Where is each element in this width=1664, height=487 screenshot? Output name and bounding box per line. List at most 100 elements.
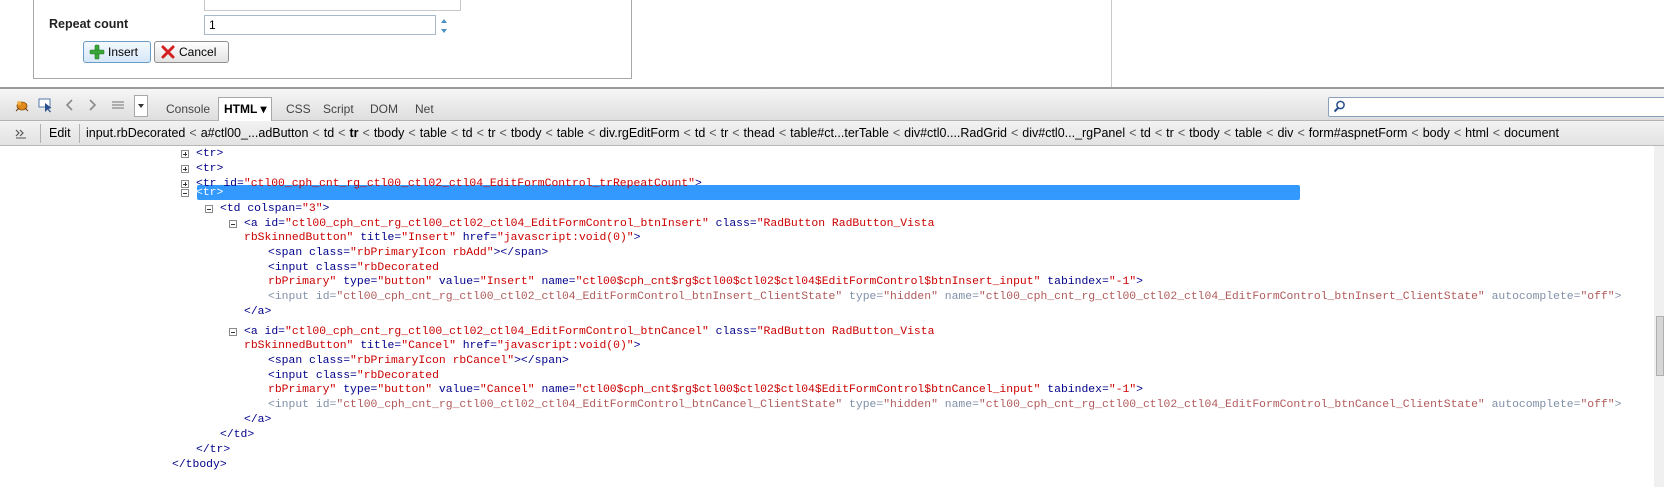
tree-node-tr[interactable]: <tr> bbox=[196, 162, 223, 176]
attr-value: "Insert" bbox=[401, 232, 456, 244]
devtools-search-input[interactable] bbox=[1328, 97, 1664, 117]
breadcrumb-item[interactable]: td bbox=[695, 126, 705, 140]
expand-toggle-icon[interactable] bbox=[181, 150, 189, 158]
tab-net[interactable]: Net bbox=[410, 99, 439, 119]
attr-value: "hidden" bbox=[883, 399, 938, 411]
breadcrumb-item[interactable]: body bbox=[1423, 126, 1450, 140]
attr-name: id= bbox=[315, 399, 337, 411]
breadcrumb-item[interactable]: table#ct...terTable bbox=[790, 126, 889, 140]
attr-value: "ctl00_cph_cnt_rg_ctl00_ctl02_ctl04_Edit… bbox=[336, 399, 843, 411]
breadcrumb-item[interactable]: div#ctl0..._rgPanel bbox=[1022, 126, 1125, 140]
list-icon[interactable] bbox=[110, 97, 126, 113]
breadcrumb-separator: < bbox=[450, 126, 459, 140]
breadcrumb-item[interactable]: thead bbox=[744, 126, 775, 140]
insert-button-label: Insert bbox=[108, 45, 139, 59]
tree-node-input-insert[interactable]: <input class="rbDecorated bbox=[268, 261, 439, 275]
tree-node-td[interactable]: <td colspan="3"> bbox=[220, 202, 329, 216]
breadcrumb-item[interactable]: div bbox=[1277, 126, 1293, 140]
html-tree-panel[interactable]: <tr> <tr> <tr id="ctl00_cph_cnt_rg_ctl00… bbox=[0, 146, 1664, 487]
breadcrumb-item[interactable]: tbody bbox=[511, 126, 542, 140]
tab-script[interactable]: Script bbox=[318, 99, 359, 119]
tree-node-a-insert[interactable]: <a id="ctl00_cph_cnt_rg_ctl00_ctl02_ctl0… bbox=[244, 217, 934, 231]
attr-value: "ctl00_cph_cnt_rg_ctl00_ctl02_ctl04_Edit… bbox=[978, 399, 1485, 411]
attr-name: type= bbox=[842, 399, 884, 411]
breadcrumb-item[interactable]: td bbox=[324, 126, 334, 140]
breadcrumb-item[interactable]: tr bbox=[349, 126, 358, 140]
insert-button[interactable]: Insert bbox=[83, 41, 151, 63]
breadcrumb-item[interactable]: input.rbDecorated bbox=[86, 126, 185, 140]
breadcrumb-arrows-icon[interactable] bbox=[14, 127, 28, 141]
tab-dom[interactable]: DOM bbox=[365, 99, 403, 119]
breadcrumb-item[interactable]: a#ctl00_...adButton bbox=[201, 126, 309, 140]
breadcrumb-separator: < bbox=[1129, 126, 1137, 140]
breadcrumb-item[interactable]: tr bbox=[488, 126, 496, 140]
breadcrumb-item[interactable]: td bbox=[1140, 126, 1150, 140]
tab-console[interactable]: Console bbox=[161, 99, 215, 119]
spinner-arrows-icon[interactable] bbox=[439, 17, 449, 35]
tag-open: <span bbox=[268, 355, 310, 367]
tree-node-a-close[interactable]: </a> bbox=[244, 413, 271, 427]
collapse-toggle-icon[interactable] bbox=[229, 328, 237, 336]
tree-node-tbody-close[interactable]: </tbody> bbox=[172, 458, 227, 472]
expand-toggle-icon[interactable] bbox=[181, 180, 189, 188]
tab-css[interactable]: CSS bbox=[281, 99, 316, 119]
tree-node-span-rbcancel[interactable]: <span class="rbPrimaryIcon rbCancel"></s… bbox=[268, 354, 569, 368]
expand-toggle-icon[interactable] bbox=[181, 165, 189, 173]
repeat-count-input[interactable] bbox=[204, 15, 436, 35]
breadcrumb-item[interactable]: form#aspnetForm bbox=[1309, 126, 1408, 140]
breadcrumb-item[interactable]: tbody bbox=[374, 126, 405, 140]
breadcrumb-item[interactable]: td bbox=[462, 126, 472, 140]
tree-node-tr-selected[interactable]: <tr> bbox=[196, 186, 223, 200]
collapse-toggle-icon[interactable] bbox=[229, 220, 237, 228]
tree-node-input-insert-clientstate[interactable]: <input id="ctl00_cph_cnt_rg_ctl00_ctl02_… bbox=[268, 290, 1621, 304]
tree-node-tr-close[interactable]: </tr> bbox=[196, 443, 230, 457]
breadcrumb-item[interactable]: tr bbox=[721, 126, 729, 140]
tab-html[interactable]: HTML ▾ bbox=[218, 97, 273, 121]
tree-node-a-cancel-cont[interactable]: rbSkinnedButton" title="Cancel" href="ja… bbox=[244, 339, 641, 353]
edit-button[interactable]: Edit bbox=[49, 126, 71, 140]
breadcrumb-item[interactable]: table bbox=[557, 126, 584, 140]
previous-field-input[interactable] bbox=[204, 0, 461, 11]
close-icon bbox=[161, 45, 175, 59]
breadcrumb-separator: < bbox=[476, 126, 484, 140]
collapse-toggle-icon[interactable] bbox=[205, 205, 213, 213]
tag-open: <a bbox=[244, 326, 265, 338]
tree-node-td-close[interactable]: </td> bbox=[220, 428, 254, 442]
tag-open: <input bbox=[268, 291, 316, 303]
attr-value: "rbDecorated bbox=[356, 262, 439, 274]
forward-icon[interactable] bbox=[84, 97, 100, 113]
breadcrumb-item[interactable]: html bbox=[1465, 126, 1489, 140]
breadcrumb-separator: < bbox=[1492, 126, 1501, 140]
attr-name: href= bbox=[455, 340, 497, 352]
breadcrumb-item[interactable]: div.rgEditForm bbox=[599, 126, 679, 140]
collapse-toggle-icon[interactable] bbox=[181, 189, 189, 197]
tree-node-a-insert-cont[interactable]: rbSkinnedButton" title="Insert" href="ja… bbox=[244, 231, 641, 245]
tree-node-a-cancel[interactable]: <a id="ctl00_cph_cnt_rg_ctl00_ctl02_ctl0… bbox=[244, 325, 934, 339]
tree-node-input-cancel-clientstate[interactable]: <input id="ctl00_cph_cnt_rg_ctl00_ctl02_… bbox=[268, 398, 1621, 412]
breadcrumb-separator: < bbox=[338, 126, 346, 140]
attr-name: type= bbox=[842, 291, 884, 303]
tree-node-input-cancel[interactable]: <input class="rbDecorated bbox=[268, 369, 439, 383]
inspect-element-icon[interactable] bbox=[38, 97, 54, 113]
attr-name: href= bbox=[455, 232, 497, 244]
breadcrumb-item[interactable]: table bbox=[1235, 126, 1262, 140]
back-icon[interactable] bbox=[62, 97, 78, 113]
breadcrumb-separator: < bbox=[1297, 126, 1305, 140]
breadcrumb-separator: < bbox=[778, 126, 787, 140]
breadcrumb-item[interactable]: div#ctl0....RadGrid bbox=[904, 126, 1007, 140]
tree-node-input-cancel-cont[interactable]: rbPrimary" type="button" value="Cancel" … bbox=[268, 383, 1143, 397]
breadcrumb-item[interactable]: tr bbox=[1166, 126, 1174, 140]
tree-node-span-rbadd[interactable]: <span class="rbPrimaryIcon rbAdd"></span… bbox=[268, 246, 548, 260]
scrollbar-thumb[interactable] bbox=[1656, 316, 1664, 376]
attr-value: "Cancel" bbox=[401, 340, 456, 352]
panel-menu-dropdown[interactable] bbox=[134, 95, 148, 117]
tree-node-a-close[interactable]: </a> bbox=[244, 305, 271, 319]
breadcrumb-item[interactable]: table bbox=[420, 126, 447, 140]
breadcrumb-item[interactable]: tbody bbox=[1189, 126, 1220, 140]
tree-node-input-insert-cont[interactable]: rbPrimary" type="button" value="Insert" … bbox=[268, 275, 1143, 289]
breadcrumb-item[interactable]: document bbox=[1504, 126, 1559, 140]
cancel-button[interactable]: Cancel bbox=[154, 41, 229, 63]
tree-node-tr[interactable]: <tr> bbox=[196, 147, 223, 161]
inspect-firebug-icon[interactable] bbox=[14, 97, 30, 113]
tree-node-tr-repeatcount[interactable]: <tr id="ctl00_cph_cnt_rg_ctl00_ctl02_ctl… bbox=[196, 177, 702, 191]
